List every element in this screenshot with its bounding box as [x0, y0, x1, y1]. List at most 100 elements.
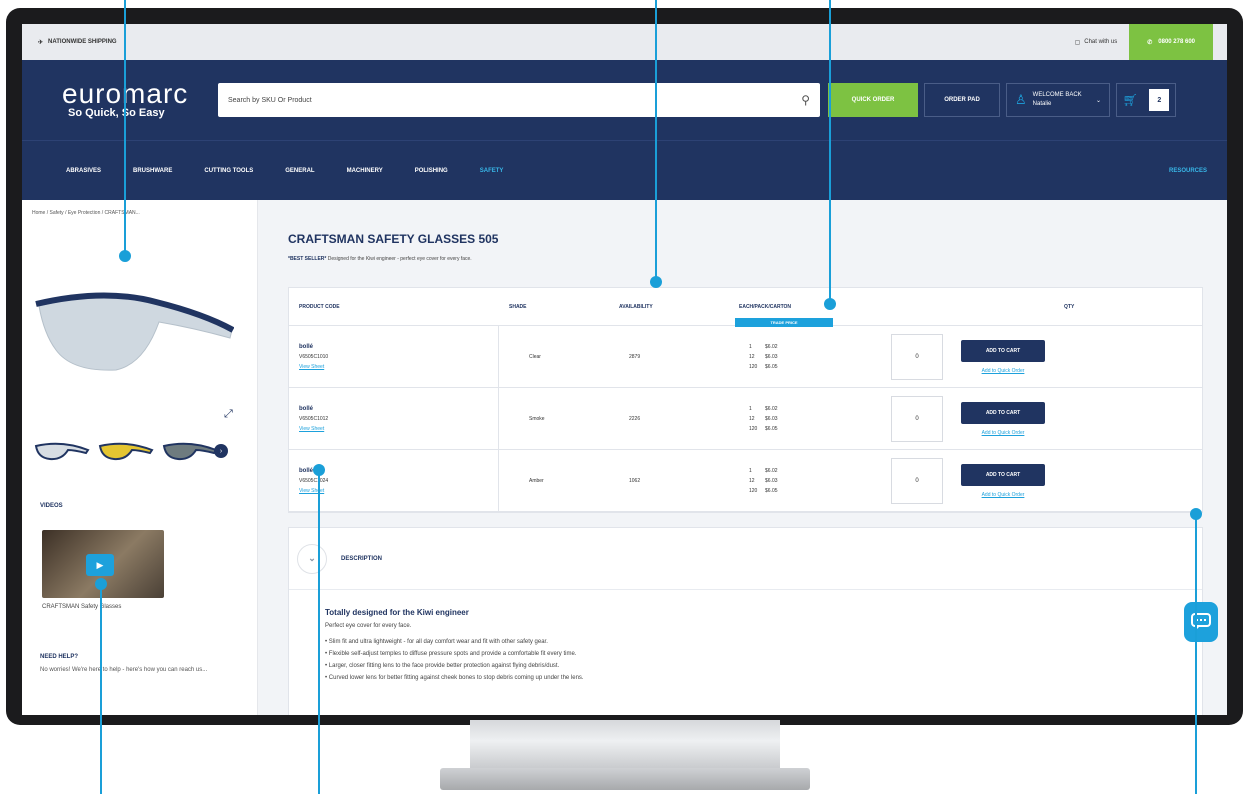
cart-count: 2 — [1149, 89, 1170, 111]
tier-qty: 12 — [749, 415, 755, 422]
view-sheet-link[interactable]: View Sheet — [299, 488, 498, 494]
order-pad-button[interactable]: ORDER PAD — [924, 83, 1000, 117]
tier-price: $6.02 — [765, 343, 778, 350]
tier-price: $6.05 — [765, 487, 778, 494]
callout-dot — [95, 578, 107, 590]
product-tagline: Designed for the Kiwi engineer - perfect… — [327, 256, 472, 262]
nav-item-machinery[interactable]: MACHINERY — [347, 168, 383, 174]
nav-item-general[interactable]: GENERAL — [285, 168, 314, 174]
description-intro: Perfect eye cover for every face. — [325, 623, 412, 629]
site-header: euromarc So Quick, So Easy Search by SKU… — [22, 60, 1227, 140]
price-tiers: 1 $6.02 12 $6.03 120 $6.05 — [749, 406, 781, 432]
product-sidebar: Home / Safety / Eye Protection / CRAFTSM… — [22, 200, 258, 715]
add-to-cart-button[interactable]: ADD TO CART — [961, 339, 1045, 362]
tier-qty: 120 — [749, 487, 758, 494]
price-tiers: 1 $6.02 12 $6.03 120 $6.05 — [749, 344, 781, 370]
add-to-quick-order-link[interactable]: Add to Quick Order — [982, 492, 1025, 498]
callout-dot — [313, 464, 325, 476]
callout-dot — [650, 276, 662, 288]
cart-button[interactable]: 🛒︎ 2 — [1116, 83, 1176, 117]
monitor-neck — [470, 720, 780, 772]
help-heading: NEED HELP? — [40, 654, 79, 660]
price-tiers: 1 $6.02 12 $6.03 120 $6.05 — [749, 468, 781, 494]
description-body: Totally designed for the Kiwi engineer P… — [289, 590, 1202, 705]
nav-item-polishing[interactable]: POLISHING — [415, 168, 448, 174]
code-cell: bollé V6505C1012 View Sheet — [289, 388, 499, 449]
shipping-label: NATIONWIDE SHIPPING — [48, 39, 117, 45]
description-toggle[interactable]: ⌄ DESCRIPTION — [289, 528, 1202, 590]
product-code: V6505C1012 — [299, 415, 329, 422]
list-item: Larger, closer fitting lens to the face … — [325, 663, 1166, 669]
cart-actions: ADD TO CART Add to Quick Order — [961, 339, 1045, 374]
user-name: Natalie — [1032, 101, 1052, 107]
product-image[interactable] — [34, 288, 234, 378]
tier-price: $6.05 — [765, 425, 778, 432]
user-icon: ♙ — [1015, 92, 1027, 107]
view-sheet-link[interactable]: View Sheet — [299, 426, 498, 432]
account-menu[interactable]: ♙ WELCOME BACK Natalie ⌄ — [1006, 83, 1110, 117]
quantity-input[interactable]: 0 — [891, 395, 943, 442]
videos-heading: VIDEOS — [40, 503, 63, 509]
logo-tagline: So Quick, So Easy — [68, 107, 165, 119]
video-caption[interactable]: CRAFTSMAN Safety Glasses — [42, 604, 121, 610]
play-icon[interactable]: ▶ — [86, 554, 114, 576]
chat-widget-button[interactable] — [1184, 602, 1218, 642]
tier-qty: 1 — [749, 343, 752, 350]
product-code: V6505C1024 — [299, 477, 329, 484]
nav-item-brushware[interactable]: BRUSHWARE — [133, 168, 172, 174]
nav-item-safety[interactable]: SAFETY — [480, 168, 504, 174]
availability-value: 2879 — [629, 353, 641, 360]
view-sheet-link[interactable]: View Sheet — [299, 364, 498, 370]
availability-value: 1062 — [629, 477, 641, 484]
nav-item-abrasives[interactable]: ABRASIVES — [66, 168, 101, 174]
chat-link[interactable]: ▢ Chat with us — [1063, 39, 1130, 46]
utility-bar: ✈ NATIONWIDE SHIPPING ▢ Chat with us ✆ 0… — [22, 24, 1227, 60]
tier-price: $6.03 — [765, 415, 778, 422]
quick-order-button[interactable]: QUICK ORDER — [828, 83, 918, 117]
chat-label: Chat with us — [1084, 39, 1118, 45]
chat-bubble-icon — [1191, 613, 1211, 630]
phone-icon: ✆ — [1147, 39, 1153, 46]
thumbnail-amber[interactable] — [98, 440, 154, 462]
cart-icon: 🛒︎ — [1122, 93, 1138, 107]
logo[interactable]: euromarc So Quick, So Easy — [34, 80, 218, 120]
quantity-input[interactable]: 0 — [891, 333, 943, 380]
add-to-quick-order-link[interactable]: Add to Quick Order — [982, 430, 1025, 436]
page-body: Home / Safety / Eye Protection / CRAFTSM… — [22, 200, 1227, 715]
product-content: CRAFTSMAN SAFETY GLASSES 505 *BEST SELLE… — [258, 200, 1227, 715]
table-header: PRODUCT CODE SHADE AVAILABILITY EACH/PAC… — [289, 288, 1202, 327]
nav-item-resources[interactable]: RESOURCES — [1169, 168, 1207, 174]
add-to-cart-button[interactable]: ADD TO CART — [961, 401, 1045, 424]
thumbnail-clear[interactable] — [34, 440, 90, 462]
code-cell: bollé V6505C1010 View Sheet — [289, 326, 499, 387]
tier-qty: 120 — [749, 425, 758, 432]
phone-button[interactable]: ✆ 0800 278 600 — [1129, 24, 1213, 60]
cart-actions: ADD TO CART Add to Quick Order — [961, 463, 1045, 498]
category-nav: ABRASIVES BRUSHWARE CUTTING TOOLS GENERA… — [22, 140, 1227, 200]
tier-price: $6.03 — [765, 477, 778, 484]
breadcrumb[interactable]: Home / Safety / Eye Protection / CRAFTSM… — [32, 210, 257, 216]
shipping-notice: ✈ NATIONWIDE SHIPPING — [22, 39, 117, 46]
product-code: V6505C1010 — [299, 353, 329, 360]
expand-icon[interactable]: ⤢ — [224, 408, 233, 421]
tier-price: $6.05 — [765, 363, 778, 370]
callout-dot — [119, 250, 131, 262]
trade-price-badge: TRADE PRICE — [735, 318, 833, 327]
add-to-cart-button[interactable]: ADD TO CART — [961, 463, 1045, 486]
thumbnail-smoke[interactable] — [162, 440, 218, 462]
more-thumbnails-button[interactable]: › — [214, 444, 228, 458]
availability-value: 2226 — [629, 415, 641, 422]
monitor-frame: ✈ NATIONWIDE SHIPPING ▢ Chat with us ✆ 0… — [6, 8, 1243, 725]
quantity-input[interactable]: 0 — [891, 457, 943, 504]
variants-table: PRODUCT CODE SHADE AVAILABILITY EACH/PAC… — [288, 287, 1203, 513]
search-input[interactable]: Search by SKU Or Product ⚲ — [218, 83, 820, 117]
chevron-down-icon[interactable]: ⌄ — [297, 543, 327, 574]
nav-item-cutting-tools[interactable]: CUTTING TOOLS — [204, 168, 253, 174]
col-shade: SHADE — [509, 303, 527, 310]
search-icon[interactable]: ⚲ — [801, 93, 810, 107]
bestseller-label: *BEST SELLER* — [288, 256, 327, 262]
col-product-code: PRODUCT CODE — [299, 303, 340, 310]
add-to-quick-order-link[interactable]: Add to Quick Order — [982, 368, 1025, 374]
page-title: CRAFTSMAN SAFETY GLASSES 505 — [288, 232, 499, 246]
callout-line — [124, 0, 126, 252]
